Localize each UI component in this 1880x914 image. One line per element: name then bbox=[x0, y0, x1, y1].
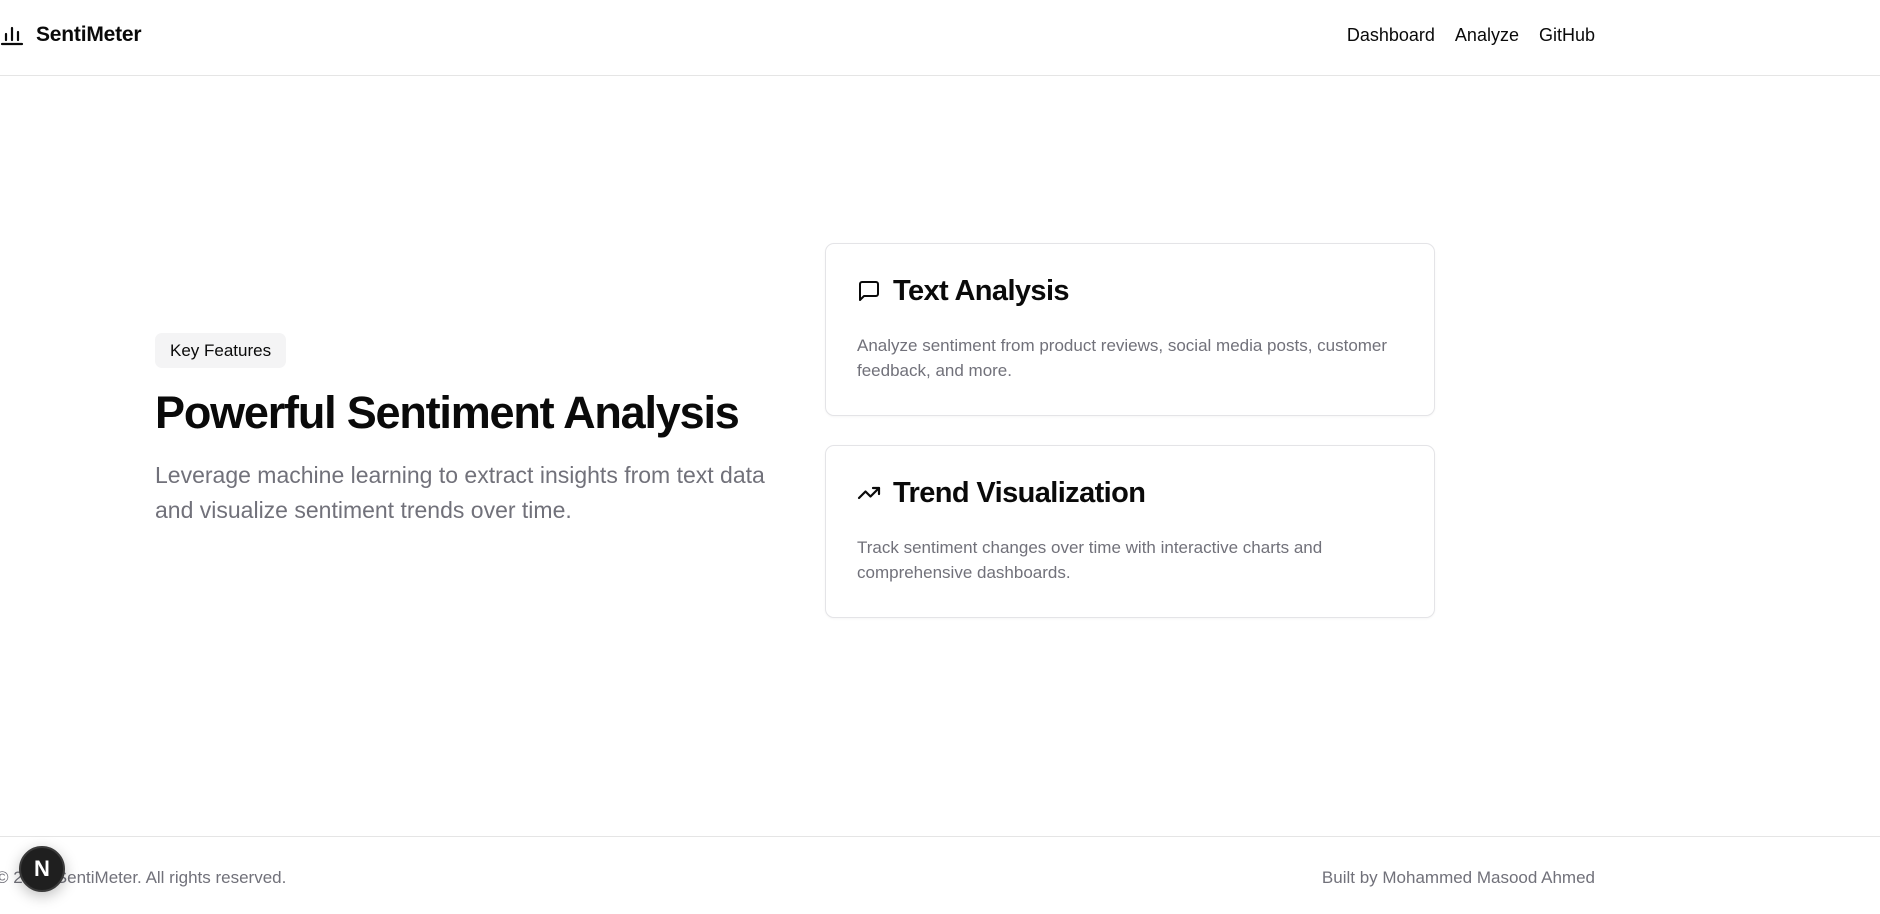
main-nav: Dashboard Analyze GitHub bbox=[1347, 22, 1595, 48]
message-square-icon bbox=[859, 281, 879, 301]
site-header: SentiMeter Dashboard Analyze GitHub bbox=[0, 0, 1880, 76]
built-by-text: Built by Mohammed Masood Ahmed bbox=[1321, 868, 1595, 887]
feature-card-title: Text Analysis bbox=[893, 274, 1070, 307]
hero-subtitle: Leverage machine learning to extract ins… bbox=[155, 462, 765, 523]
feature-card-description: Analyze sentiment from product reviews, … bbox=[857, 336, 1388, 380]
hero-title: Powerful Sentiment Analysis bbox=[155, 387, 740, 438]
brand-name: SentiMeter bbox=[36, 23, 142, 46]
feature-card-header: Trend Visualization bbox=[857, 473, 1146, 513]
feature-card-header: Text Analysis bbox=[857, 271, 1070, 311]
site-footer: © 2025 SentiMeter. All rights reserved. … bbox=[0, 836, 1880, 914]
nav-link-dashboard[interactable]: Dashboard bbox=[1347, 25, 1435, 46]
feature-card-description: Track sentiment changes over time with i… bbox=[857, 538, 1323, 582]
nextjs-dev-indicator-button[interactable]: N bbox=[19, 846, 65, 892]
key-features-badge: Key Features bbox=[155, 333, 287, 368]
trending-up-icon bbox=[857, 486, 881, 500]
feature-card-title: Trend Visualization bbox=[893, 476, 1146, 509]
nav-link-github[interactable]: GitHub bbox=[1539, 25, 1595, 46]
bar-chart-icon bbox=[0, 26, 24, 46]
feature-card-trend-visualization: Trend Visualization Track sentiment chan… bbox=[825, 445, 1435, 618]
brand-logo-link[interactable]: SentiMeter bbox=[0, 22, 142, 48]
nav-link-analyze[interactable]: Analyze bbox=[1455, 25, 1519, 46]
feature-card-text-analysis: Text Analysis Analyze sentiment from pro… bbox=[825, 243, 1435, 416]
